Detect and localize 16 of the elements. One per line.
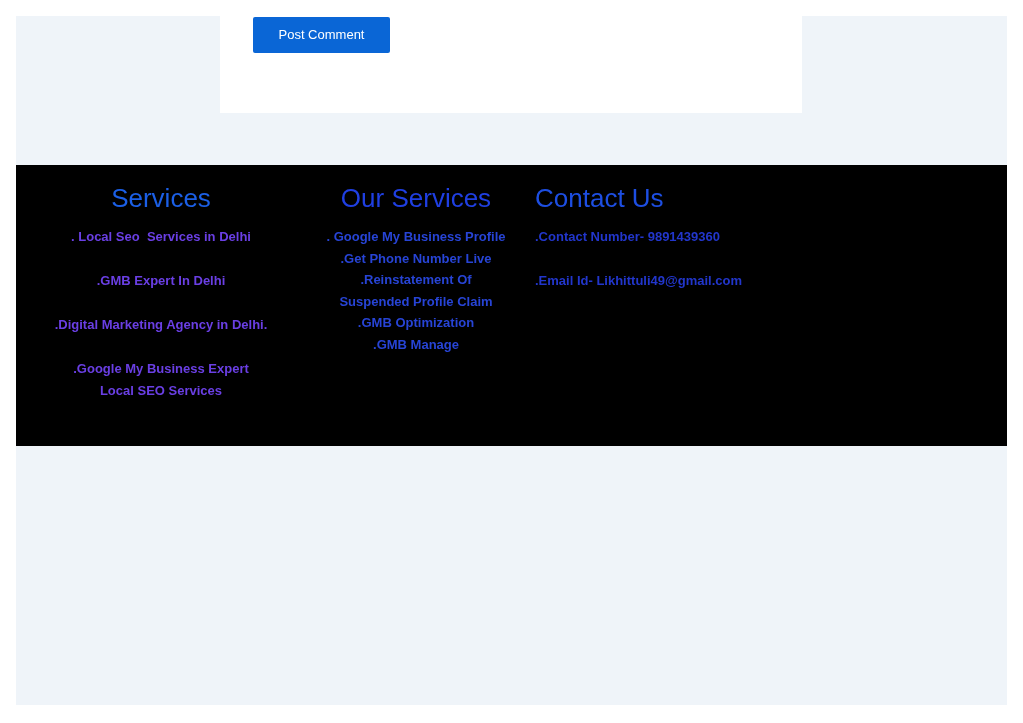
footer-link[interactable]: .GMB Optimization bbox=[357, 312, 475, 334]
footer-link[interactable]: .Get Phone Number Live bbox=[340, 247, 492, 269]
post-comment-button[interactable]: Post Comment bbox=[253, 17, 390, 53]
footer-link[interactable]: .Reinstatement Of Suspended Profile Claim bbox=[326, 269, 506, 312]
footer-link[interactable]: .Digital Marketing Agency in Delhi. bbox=[54, 314, 268, 336]
column-heading: Contact Us bbox=[535, 182, 664, 214]
footer-link[interactable]: . Local Seo Services in Delhi bbox=[71, 226, 251, 248]
footer-link[interactable]: .Google My Business Expert bbox=[73, 358, 249, 380]
footer-link[interactable]: Local SEO Services bbox=[99, 380, 223, 402]
footer-link[interactable]: . Google My Business Profile bbox=[326, 226, 506, 248]
contact-info: .Contact Number- 9891439360 bbox=[535, 228, 721, 246]
contact-info: .Email Id- Likhittuli49@gmail.com bbox=[535, 272, 742, 290]
column-heading: Our Services bbox=[340, 182, 492, 214]
column-heading: Services bbox=[111, 182, 211, 214]
footer-link[interactable]: .GMB Expert In Delhi bbox=[96, 270, 226, 292]
footer-link[interactable]: .GMB Manage bbox=[373, 333, 459, 355]
